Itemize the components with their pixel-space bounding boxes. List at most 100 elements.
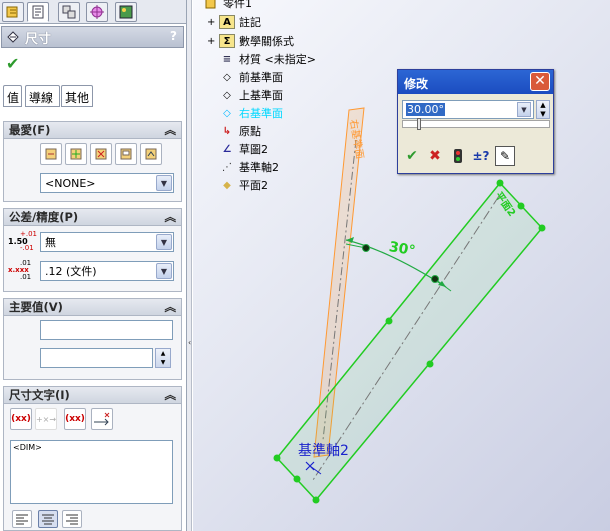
precision-select[interactable]: .12 (文件) ▼ (40, 261, 174, 281)
inspection-dimension-icon[interactable]: (xx) (64, 408, 86, 430)
collapse-icon[interactable]: ︽ (165, 122, 177, 138)
value-spinner[interactable]: ▲ ▼ (536, 100, 550, 119)
tree-item-front-plane[interactable]: ◇ 前基準面 (219, 69, 283, 85)
dimension-text-area[interactable]: <DIM> (10, 440, 173, 504)
manager-tabs (0, 0, 186, 24)
chevron-down-icon[interactable]: ▼ (156, 234, 172, 250)
tree-item-axis2[interactable]: ⋰ 基準軸2 (219, 159, 279, 175)
modify-dialog-title: 修改 (404, 77, 429, 91)
primary-value-group-header[interactable]: 主要值(V) ︽ (3, 298, 182, 316)
tree-item-top-plane[interactable]: ◇ 上基準面 (219, 87, 283, 103)
thumbwheel-slider[interactable] (402, 118, 550, 130)
tolerance-type-select[interactable]: 無 ▼ (40, 232, 174, 252)
tree-item-label: 基準軸2 (239, 161, 279, 174)
tab-value[interactable]: 值 (3, 85, 22, 107)
align-left-icon[interactable] (12, 510, 32, 528)
splitter-grip-icon[interactable]: ‹ (188, 333, 192, 353)
dimension-text-group-header[interactable]: 尺寸文字(I) ︽ (3, 386, 182, 404)
dimension-point[interactable] (431, 275, 439, 283)
chevron-down-icon[interactable]: ▼ (156, 263, 172, 279)
axis2-label: 基準軸2 (298, 442, 349, 459)
plane-icon: ◇ (223, 89, 231, 101)
configuration-manager-tab[interactable] (58, 2, 80, 22)
expand-icon[interactable]: + (207, 36, 219, 47)
display-manager-tab[interactable] (115, 2, 137, 22)
panel-splitter[interactable] (187, 0, 192, 531)
delete-favorite-icon[interactable] (90, 143, 112, 165)
rebuild-button[interactable] (448, 146, 468, 166)
tree-item-label: 上基準面 (239, 89, 283, 102)
dimxpert-tab[interactable] (86, 2, 108, 22)
align-right-icon[interactable] (62, 510, 82, 528)
tree-item-right-plane[interactable]: ◇ 右基準面 (219, 105, 283, 121)
load-favorite-icon[interactable] (140, 143, 162, 165)
dimension-value-input[interactable] (40, 348, 153, 368)
tree-item-material[interactable]: ≡ 材質 <未指定> (219, 51, 316, 67)
tree-item-sketch2[interactable]: ∠ 草圖2 (219, 141, 268, 157)
collapse-icon[interactable]: ︽ (165, 387, 177, 403)
ok-button[interactable]: ✔ (6, 54, 19, 73)
ok-button[interactable]: ✔ (402, 146, 422, 166)
axis-icon: ⋰ (222, 161, 232, 173)
reset-spin-button[interactable]: ±? (471, 146, 491, 166)
tree-item-origin[interactable]: ↳ 原點 (219, 123, 261, 139)
dimension-text-group: (xx) +×→ (xx) <DIM> (3, 404, 182, 531)
primary-value-group: ▲ ▼ (3, 316, 182, 380)
material-icon: ≡ (222, 53, 232, 65)
chevron-down-icon[interactable]: ▼ (156, 175, 172, 191)
align-center-icon[interactable] (38, 510, 58, 528)
feature-tree-icon (6, 6, 18, 18)
modify-dialog-titlebar[interactable]: 修改 ✕ (398, 70, 553, 94)
tab-leaders[interactable]: 導線 (25, 85, 60, 107)
slider-thumb[interactable] (417, 118, 421, 130)
plane-icon: ◇ (223, 71, 231, 83)
tree-item-equations[interactable]: + Σ 數學關係式 (207, 33, 294, 49)
tolerance-group: +.01 1.50 -.01 無 ▼ .01 x.xxx .01 .12 (文件… (3, 226, 182, 292)
tree-root[interactable]: 零件1 (203, 0, 252, 11)
favorites-group-header[interactable]: 最愛(F) ︽ (3, 121, 182, 139)
apply-default-icon[interactable] (40, 143, 62, 165)
cancel-button[interactable]: ✖ (425, 146, 445, 166)
tree-item-annotations[interactable]: + A 註記 (207, 14, 261, 30)
favorites-select[interactable]: <NONE> ▼ (40, 173, 174, 193)
tree-item-label: 平面2 (239, 179, 268, 192)
dimension-name-input[interactable] (40, 320, 173, 340)
mark-dimension-button[interactable]: ✎ (495, 146, 515, 166)
tolerance-type-icon: +.01 1.50 -.01 (8, 230, 37, 252)
plane-icon: ◆ (223, 179, 231, 191)
tree-item-label: 右基準面 (239, 107, 283, 120)
plane2-handle[interactable] (293, 475, 301, 483)
close-icon[interactable]: ✕ (530, 72, 550, 91)
add-favorite-icon[interactable] (65, 143, 87, 165)
dimension-point[interactable] (362, 244, 370, 252)
tree-item-plane2[interactable]: ◆ 平面2 (219, 177, 268, 193)
add-parentheses-icon[interactable]: (xx) (10, 408, 32, 430)
save-favorite-icon[interactable] (115, 143, 137, 165)
expand-icon[interactable]: + (207, 17, 219, 28)
plane2-handle[interactable] (426, 360, 434, 368)
tolerance-group-header[interactable]: 公差/精度(P) ︽ (3, 208, 182, 226)
plane-icon: ◇ (223, 107, 231, 119)
tree-item-label: 原點 (239, 125, 261, 138)
precision-icon: .01 x.xxx .01 (8, 259, 32, 281)
help-button[interactable]: ? (170, 29, 177, 43)
offset-text-icon[interactable] (91, 408, 113, 430)
collapse-icon[interactable]: ︽ (165, 299, 177, 315)
plane2-handle[interactable] (273, 454, 281, 462)
feature-manager-tab[interactable] (2, 2, 24, 22)
property-manager-tab[interactable] (27, 2, 49, 22)
tab-other[interactable]: 其他 (61, 85, 93, 107)
value-spinner[interactable]: ▲ ▼ (155, 348, 171, 368)
tree-item-label: 草圖2 (239, 143, 268, 156)
plane2-handle[interactable] (496, 179, 504, 187)
chevron-down-icon[interactable]: ▼ (517, 102, 531, 117)
collapse-icon[interactable]: ︽ (165, 209, 177, 225)
plane2-handle[interactable] (385, 317, 393, 325)
plane2-handle[interactable] (538, 224, 546, 232)
plane2-handle[interactable] (312, 496, 320, 504)
angle-value-input[interactable]: 30.00° ▼ (402, 100, 534, 119)
center-dimension-icon[interactable]: +×→ (35, 408, 57, 430)
plane2-handle[interactable] (517, 202, 525, 210)
property-manager-header: 尺寸 ? (1, 26, 184, 48)
precision-value: .12 (文件) (45, 265, 97, 278)
